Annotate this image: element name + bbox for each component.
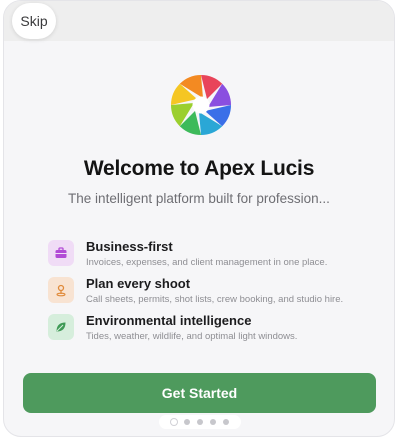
feature-title: Environmental intelligence (86, 313, 252, 328)
feature-description: Tides, weather, wildlife, and optimal li… (86, 331, 298, 342)
get-started-button[interactable]: Get Started (23, 373, 376, 413)
feature-description: Call sheets, permits, shot lists, crew b… (86, 294, 344, 305)
page-subtitle: The intelligent platform built for profe… (68, 191, 330, 206)
apex-lucis-logo (171, 75, 231, 135)
location-pin-icon (48, 277, 74, 303)
onboarding-sheet: Skip Welcome to Apex Lucis The intellige… (3, 0, 395, 437)
briefcase-icon (48, 240, 74, 266)
feature-business-first: Business-first Invoices, expenses, and c… (48, 239, 388, 274)
page-dot-4[interactable] (210, 419, 216, 425)
page-dot-3[interactable] (197, 419, 203, 425)
feature-description: Invoices, expenses, and client managemen… (86, 257, 328, 268)
feature-plan-every-shoot: Plan every shoot Call sheets, permits, s… (48, 276, 388, 311)
page-dot-1[interactable] (171, 419, 177, 425)
page-dot-2[interactable] (184, 419, 190, 425)
page-title: Welcome to Apex Lucis (83, 157, 315, 180)
feature-title: Business-first (86, 239, 173, 254)
leaf-icon (48, 314, 74, 340)
feature-environmental-intelligence: Environmental intelligence Tides, weathe… (48, 313, 388, 348)
skip-button[interactable]: Skip (12, 3, 56, 39)
page-dot-5[interactable] (223, 419, 229, 425)
page-indicator (159, 415, 241, 429)
feature-title: Plan every shoot (86, 276, 191, 291)
aperture-blades (171, 75, 231, 135)
top-band (4, 1, 394, 41)
